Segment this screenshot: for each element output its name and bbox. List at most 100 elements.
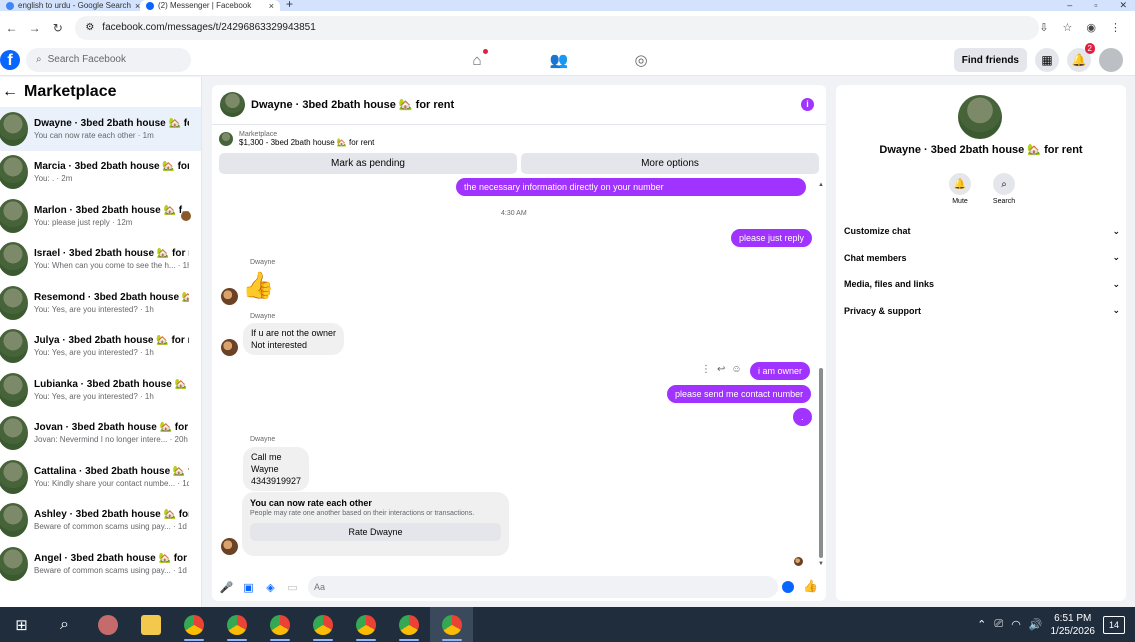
photo-icon[interactable]: ▣ [242, 581, 255, 594]
google-icon [6, 1, 14, 10]
back-icon[interactable]: ← [0, 21, 23, 35]
conversation-item[interactable]: Jovan · 3bed 2bath house 🏡 for r... Jovan… [0, 412, 201, 456]
conversation-item[interactable]: Lubianka · 3bed 2bath house 🏡 f... You: Y… [0, 368, 201, 412]
scrollbar-thumb[interactable] [819, 368, 823, 558]
customize-chat-section[interactable]: Customize chat ⌄ [844, 218, 1120, 245]
minimize-icon[interactable]: – [1067, 0, 1072, 11]
microphone-icon[interactable]: 🎤 [220, 581, 234, 594]
new-tab-icon[interactable]: + [280, 0, 299, 11]
chat-title[interactable]: Dwayne · 3bed 2bath house 🏡 for rent [251, 98, 454, 111]
browser-tab-messenger[interactable]: (2) Messenger | Facebook × [140, 0, 280, 11]
chrome-icon[interactable] [215, 607, 258, 642]
close-icon[interactable]: × [269, 1, 274, 11]
listing-thumbnail [0, 372, 28, 407]
incoming-message[interactable]: If u are not the owner Not interested [243, 323, 345, 355]
incoming-message[interactable]: Call me Wayne 4343919927 [243, 447, 310, 491]
thumbs-up-icon[interactable]: 👍 [242, 270, 274, 301]
mark-as-pending-button[interactable]: Mark as pending [219, 153, 517, 174]
find-friends-button[interactable]: Find friends [953, 48, 1027, 72]
close-window-icon[interactable]: ✕ [1119, 0, 1127, 11]
rate-button[interactable]: Rate Dwayne [250, 523, 501, 541]
browser-tab-strip: english to urdu - Google Search × (2) Me… [0, 0, 1135, 11]
device-icon[interactable]: ⎚ [994, 618, 1003, 631]
chrome-icon[interactable] [301, 607, 344, 642]
conversation-item[interactable]: Marcia · 3bed 2bath house 🏡 for ... You: … [0, 151, 201, 195]
home-icon[interactable]: ⌂ [460, 48, 494, 72]
chrome-icon[interactable] [172, 607, 215, 642]
contact-avatar[interactable] [958, 95, 1002, 139]
account-avatar[interactable] [1099, 48, 1123, 72]
volume-icon[interactable]: 🔊 [1029, 618, 1043, 631]
chevron-up-icon[interactable]: ⌃ [977, 618, 986, 631]
react-icon[interactable]: ☺ [731, 364, 741, 375]
system-clock[interactable]: 6:51 PM 1/25/2026 [1051, 612, 1096, 638]
reply-icon[interactable]: ↩ [717, 364, 725, 375]
back-arrow-icon[interactable]: ← [2, 83, 18, 101]
info-icon[interactable]: i [801, 98, 814, 111]
facebook-header: f ⌕ Search Facebook ⌂ 👥 ◎ Find friends ▦… [0, 43, 1135, 76]
listing-thumbnail [0, 503, 28, 538]
conversation-item[interactable]: Resemond · 3bed 2bath house 🏡 ... You: Ye… [0, 281, 201, 325]
app-icon[interactable] [86, 607, 129, 642]
more-options-button[interactable]: More options [521, 153, 819, 174]
chat-avatar[interactable] [220, 92, 245, 117]
browser-tab-google[interactable]: english to urdu - Google Search × [0, 0, 140, 11]
facebook-search-input[interactable]: ⌕ Search Facebook [26, 47, 191, 72]
conversation-item[interactable]: Angel · 3bed 2bath house 🏡 for r... Bewar… [0, 542, 201, 586]
chat-scrollbar[interactable]: ▲ ▼ [818, 182, 824, 567]
chrome-icon[interactable] [344, 607, 387, 642]
conversation-item[interactable]: Dwayne · 3bed 2bath house 🏡 for... You ca… [0, 107, 201, 151]
more-actions-icon[interactable]: ⋮ [701, 364, 711, 375]
maximize-icon[interactable]: ▫ [1094, 0, 1097, 11]
outgoing-message[interactable]: i am owner [750, 362, 811, 380]
groups-icon[interactable]: ◎ [624, 48, 658, 72]
friends-icon[interactable]: 👥 [542, 48, 576, 72]
facebook-logo-icon[interactable]: f [0, 49, 20, 70]
conversation-item[interactable]: Marlon · 3bed 2bath house 🏡 f... You: ple… [0, 194, 201, 238]
emoji-icon[interactable] [782, 581, 794, 593]
conversation-item[interactable]: Israel · 3bed 2bath house 🏡 for re... You… [0, 238, 201, 282]
file-explorer-icon[interactable] [129, 607, 172, 642]
apps-menu-icon[interactable]: ▦ [1035, 48, 1059, 72]
windows-taskbar: ⊞ ⌕ ⌃ ⎚ ◠ 🔊 6:51 PM 1/25/2026 14 [0, 607, 1135, 642]
media-files-links-section[interactable]: Media, files and links ⌄ [844, 271, 1120, 298]
outgoing-message[interactable]: please send me contact number [667, 385, 812, 403]
listing-thumbnail [219, 132, 233, 146]
outgoing-message[interactable]: please just reply [731, 229, 813, 247]
conversation-item[interactable]: Julya · 3bed 2bath house 🏡 for rentYou: … [0, 325, 201, 369]
sticker-icon[interactable]: ◈ [264, 581, 277, 594]
chevron-down-icon: ⌄ [1112, 252, 1120, 263]
chat-members-section[interactable]: Chat members ⌄ [844, 245, 1120, 272]
outgoing-message[interactable]: the necessary information directly on yo… [456, 178, 806, 196]
chrome-icon[interactable] [387, 607, 430, 642]
reload-icon[interactable]: ↻ [46, 21, 69, 35]
privacy-support-section[interactable]: Privacy & support ⌄ [844, 298, 1120, 325]
search-button[interactable]: ⌕ Search [990, 173, 1018, 205]
chat-panel: Dwayne · 3bed 2bath house 🏡 for rent i M… [212, 85, 826, 601]
url-field[interactable]: ⚙ facebook.com/messages/t/24296863329943… [75, 15, 1040, 40]
mute-button[interactable]: 🔔 Mute [946, 173, 974, 205]
windows-start-icon[interactable]: ⊞ [0, 607, 43, 642]
gif-icon[interactable]: ▭ [286, 581, 299, 594]
forward-icon[interactable]: → [23, 21, 46, 35]
chevron-down-icon: ⌄ [1112, 225, 1120, 236]
wifi-icon[interactable]: ◠ [1011, 618, 1021, 631]
site-settings-icon[interactable]: ⚙ [85, 22, 94, 33]
like-send-icon[interactable]: 👍 [803, 579, 818, 593]
search-icon[interactable]: ⌕ [43, 607, 86, 642]
notifications-bell-icon[interactable]: 🔔 2 [1067, 43, 1095, 72]
chrome-icon[interactable] [430, 607, 473, 642]
profile-icon[interactable]: ◉ [1086, 21, 1096, 34]
seen-avatar [794, 557, 803, 566]
notification-center-icon[interactable]: 14 [1103, 615, 1125, 634]
chrome-icon[interactable] [258, 607, 301, 642]
menu-icon[interactable]: ⋮ [1110, 21, 1121, 34]
conversation-item[interactable]: Ashley · 3bed 2bath house 🏡 for r...Bewa… [0, 499, 201, 543]
message-input[interactable] [308, 576, 778, 598]
rate-card: You can now rate each other People may r… [242, 492, 509, 556]
marketplace-listing[interactable]: Marketplace $1,300 - 3bed 2bath house 🏡 … [212, 125, 826, 153]
conversation-item[interactable]: Cattalina · 3bed 2bath house 🏡 fo... You:… [0, 455, 201, 499]
bookmark-star-icon[interactable]: ☆ [1063, 21, 1073, 34]
outgoing-message[interactable]: . [793, 408, 812, 426]
install-icon[interactable]: ⇩ [1039, 21, 1048, 34]
